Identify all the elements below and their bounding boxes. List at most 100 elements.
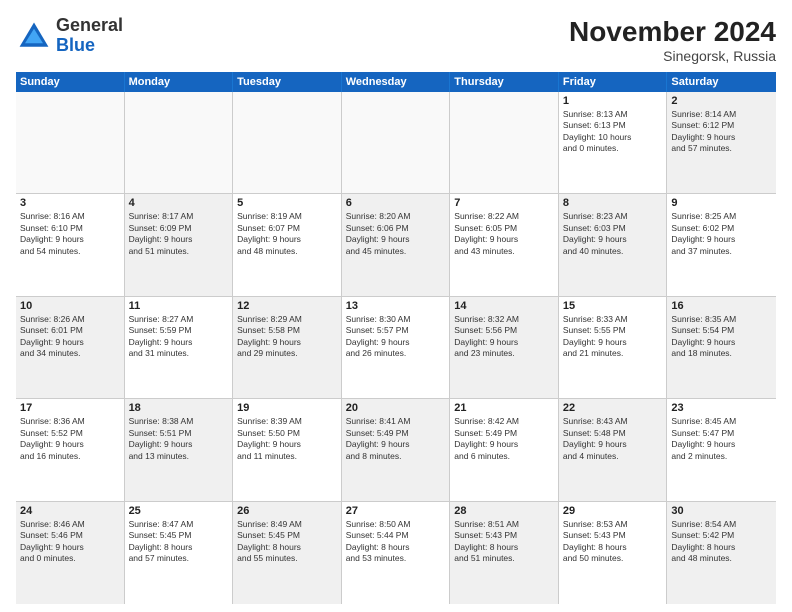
cal-cell-r1-c7: 2 Sunrise: 8:14 AM Sunset: 6:12 PM Daylig… [667,92,776,193]
cal-cell-r5-c3: 26 Sunrise: 8:49 AM Sunset: 5:45 PM Dayli… [233,502,342,604]
day-number: 9 [671,197,772,209]
day-number: 11 [129,300,229,312]
logo-text: General Blue [56,16,123,56]
cal-row-3: 10Sunrise: 8:26 AM Sunset: 6:01 PM Dayli… [16,297,776,399]
cell-info: Sunrise: 8:42 AM Sunset: 5:49 PM Dayligh… [454,416,554,462]
cell-info: Sunrise: 8:26 AM Sunset: 6:01 PM Dayligh… [20,314,120,360]
cal-cell-r4-c4: 20Sunrise: 8:41 AM Sunset: 5:49 PM Dayli… [342,399,451,500]
cell-info: Sunrise: 8:25 AM Sunset: 6:02 PM Dayligh… [671,211,772,257]
header-saturday: Saturday [667,72,776,92]
day-number: 29 [563,505,663,517]
calendar-title: November 2024 [569,16,776,48]
cal-cell-r4-c1: 17 Sunrise: 8:36 AM Sunset: 5:52 PM Dayli… [16,399,125,500]
cell-info: Sunrise: 8:41 AM Sunset: 5:49 PM Dayligh… [346,416,446,462]
cal-cell-r2-c2: 4 Sunrise: 8:17 AM Sunset: 6:09 PM Daylig… [125,194,234,295]
cal-cell-r5-c1: 24 Sunrise: 8:46 AM Sunset: 5:46 PM Dayli… [16,502,125,604]
cell-info: Sunrise: 8:47 AM Sunset: 5:45 PM Dayligh… [129,519,229,565]
day-number: 28 [454,505,554,517]
day-number: 21 [454,402,554,414]
title-block: November 2024 Sinegorsk, Russia [569,16,776,64]
day-number: 23 [671,402,772,414]
cal-cell-r2-c6: 8Sunrise: 8:23 AM Sunset: 6:03 PM Daylig… [559,194,668,295]
day-number: 17 [20,402,120,414]
cell-info: Sunrise: 8:46 AM Sunset: 5:46 PM Dayligh… [20,519,120,565]
cell-info: Sunrise: 8:32 AM Sunset: 5:56 PM Dayligh… [454,314,554,360]
header-thursday: Thursday [450,72,559,92]
logo-icon [16,18,52,54]
cell-info: Sunrise: 8:22 AM Sunset: 6:05 PM Dayligh… [454,211,554,257]
cal-cell-r4-c3: 19 Sunrise: 8:39 AM Sunset: 5:50 PM Dayli… [233,399,342,500]
logo: General Blue [16,16,123,56]
cal-cell-r3-c3: 12 Sunrise: 8:29 AM Sunset: 5:58 PM Dayli… [233,297,342,398]
cal-cell-r3-c2: 11 Sunrise: 8:27 AM Sunset: 5:59 PM Dayli… [125,297,234,398]
cell-info: Sunrise: 8:51 AM Sunset: 5:43 PM Dayligh… [454,519,554,565]
cal-cell-r2-c3: 5 Sunrise: 8:19 AM Sunset: 6:07 PM Daylig… [233,194,342,295]
day-number: 18 [129,402,229,414]
day-number: 22 [563,402,663,414]
cell-info: Sunrise: 8:33 AM Sunset: 5:55 PM Dayligh… [563,314,663,360]
cal-row-1: 1 Sunrise: 8:13 AM Sunset: 6:13 PM Daylig… [16,92,776,194]
cell-info: Sunrise: 8:39 AM Sunset: 5:50 PM Dayligh… [237,416,337,462]
cell-info: Sunrise: 8:16 AM Sunset: 6:10 PM Dayligh… [20,211,120,257]
header-sunday: Sunday [16,72,125,92]
cell-info: Sunrise: 8:19 AM Sunset: 6:07 PM Dayligh… [237,211,337,257]
cell-info: Sunrise: 8:35 AM Sunset: 5:54 PM Dayligh… [671,314,772,360]
cell-info: Sunrise: 8:14 AM Sunset: 6:12 PM Dayligh… [671,109,772,155]
calendar: Sunday Monday Tuesday Wednesday Thursday… [16,72,776,604]
day-number: 19 [237,402,337,414]
cal-cell-r3-c7: 16Sunrise: 8:35 AM Sunset: 5:54 PM Dayli… [667,297,776,398]
cal-cell-r1-c5 [450,92,559,193]
day-number: 5 [237,197,337,209]
day-number: 27 [346,505,446,517]
cell-info: Sunrise: 8:38 AM Sunset: 5:51 PM Dayligh… [129,416,229,462]
cal-cell-r1-c6: 1 Sunrise: 8:13 AM Sunset: 6:13 PM Daylig… [559,92,668,193]
header: General Blue November 2024 Sinegorsk, Ru… [16,16,776,64]
cell-info: Sunrise: 8:17 AM Sunset: 6:09 PM Dayligh… [129,211,229,257]
cal-cell-r2-c1: 3 Sunrise: 8:16 AM Sunset: 6:10 PM Daylig… [16,194,125,295]
day-number: 1 [563,95,663,107]
header-tuesday: Tuesday [233,72,342,92]
cell-info: Sunrise: 8:43 AM Sunset: 5:48 PM Dayligh… [563,416,663,462]
cell-info: Sunrise: 8:27 AM Sunset: 5:59 PM Dayligh… [129,314,229,360]
header-monday: Monday [125,72,234,92]
cell-info: Sunrise: 8:50 AM Sunset: 5:44 PM Dayligh… [346,519,446,565]
day-number: 13 [346,300,446,312]
cell-info: Sunrise: 8:20 AM Sunset: 6:06 PM Dayligh… [346,211,446,257]
cal-row-2: 3 Sunrise: 8:16 AM Sunset: 6:10 PM Daylig… [16,194,776,296]
cal-cell-r2-c7: 9 Sunrise: 8:25 AM Sunset: 6:02 PM Daylig… [667,194,776,295]
page: General Blue November 2024 Sinegorsk, Ru… [0,0,792,612]
cal-cell-r5-c6: 29Sunrise: 8:53 AM Sunset: 5:43 PM Dayli… [559,502,668,604]
header-wednesday: Wednesday [342,72,451,92]
cal-cell-r3-c1: 10Sunrise: 8:26 AM Sunset: 6:01 PM Dayli… [16,297,125,398]
cell-info: Sunrise: 8:54 AM Sunset: 5:42 PM Dayligh… [671,519,772,565]
cal-row-5: 24 Sunrise: 8:46 AM Sunset: 5:46 PM Dayli… [16,502,776,604]
calendar-subtitle: Sinegorsk, Russia [569,48,776,64]
day-number: 30 [671,505,772,517]
day-number: 7 [454,197,554,209]
day-number: 2 [671,95,772,107]
cell-info: Sunrise: 8:30 AM Sunset: 5:57 PM Dayligh… [346,314,446,360]
cal-cell-r2-c5: 7 Sunrise: 8:22 AM Sunset: 6:05 PM Daylig… [450,194,559,295]
cal-cell-r5-c5: 28 Sunrise: 8:51 AM Sunset: 5:43 PM Dayli… [450,502,559,604]
day-number: 3 [20,197,120,209]
cell-info: Sunrise: 8:13 AM Sunset: 6:13 PM Dayligh… [563,109,663,155]
cell-info: Sunrise: 8:29 AM Sunset: 5:58 PM Dayligh… [237,314,337,360]
cal-cell-r1-c2 [125,92,234,193]
cell-info: Sunrise: 8:45 AM Sunset: 5:47 PM Dayligh… [671,416,772,462]
cal-cell-r4-c7: 23 Sunrise: 8:45 AM Sunset: 5:47 PM Dayli… [667,399,776,500]
cal-cell-r1-c3 [233,92,342,193]
cal-cell-r5-c4: 27 Sunrise: 8:50 AM Sunset: 5:44 PM Dayli… [342,502,451,604]
day-number: 4 [129,197,229,209]
cell-info: Sunrise: 8:49 AM Sunset: 5:45 PM Dayligh… [237,519,337,565]
cal-cell-r4-c6: 22 Sunrise: 8:43 AM Sunset: 5:48 PM Dayli… [559,399,668,500]
cal-cell-r5-c2: 25Sunrise: 8:47 AM Sunset: 5:45 PM Dayli… [125,502,234,604]
cal-cell-r1-c4 [342,92,451,193]
day-number: 15 [563,300,663,312]
cal-cell-r3-c4: 13 Sunrise: 8:30 AM Sunset: 5:57 PM Dayli… [342,297,451,398]
day-number: 26 [237,505,337,517]
day-number: 24 [20,505,120,517]
cal-row-4: 17 Sunrise: 8:36 AM Sunset: 5:52 PM Dayli… [16,399,776,501]
cell-info: Sunrise: 8:36 AM Sunset: 5:52 PM Dayligh… [20,416,120,462]
day-number: 14 [454,300,554,312]
day-number: 12 [237,300,337,312]
